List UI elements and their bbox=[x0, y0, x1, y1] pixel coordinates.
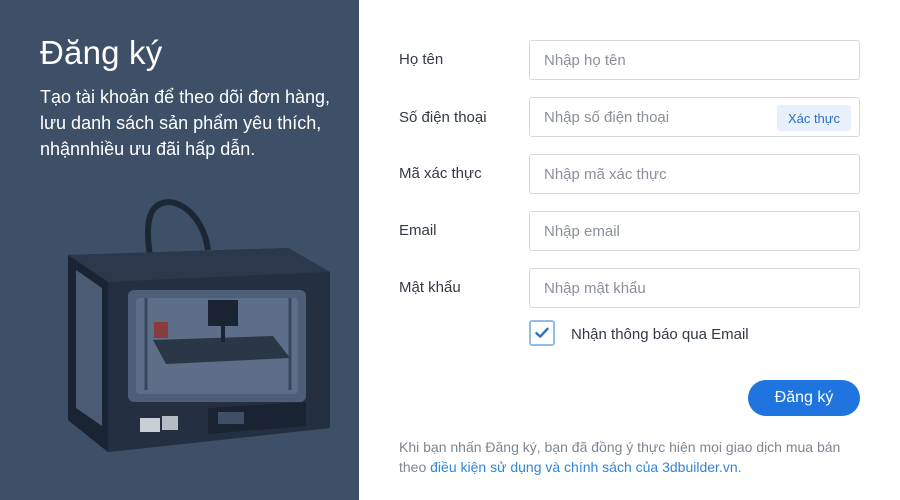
password-label: Mật khẩu bbox=[399, 279, 461, 296]
code-input[interactable] bbox=[544, 155, 845, 193]
promo-panel: Đăng ký Tạo tài khoản để theo dõi đơn hà… bbox=[0, 0, 359, 500]
email-label: Email bbox=[399, 222, 437, 239]
checkmark-icon bbox=[535, 327, 549, 338]
password-field[interactable] bbox=[529, 268, 860, 308]
page-title: Đăng ký bbox=[40, 34, 163, 71]
verify-button[interactable]: Xác thực bbox=[776, 105, 851, 131]
name-field[interactable] bbox=[529, 40, 860, 80]
password-input[interactable] bbox=[544, 269, 845, 307]
email-field[interactable] bbox=[529, 211, 860, 251]
signup-form: Họ tên Số điện thoại Xác thực Mã xác thự… bbox=[359, 0, 900, 500]
signup-button[interactable]: Đăng ký bbox=[748, 380, 860, 416]
terms-suffix: . bbox=[737, 459, 742, 475]
phone-field[interactable]: Xác thực bbox=[529, 97, 860, 137]
code-label: Mã xác thực bbox=[399, 165, 482, 182]
email-input[interactable] bbox=[544, 212, 845, 250]
terms-text: Khi bạn nhấn Đăng ký, bạn đã đồng ý thực… bbox=[399, 437, 869, 477]
code-field[interactable] bbox=[529, 154, 860, 194]
newsletter-label: Nhận thông báo qua Email bbox=[571, 326, 749, 343]
name-input[interactable] bbox=[544, 41, 845, 79]
name-label: Họ tên bbox=[399, 51, 444, 68]
newsletter-checkbox[interactable] bbox=[529, 320, 555, 346]
3d-printer-image bbox=[68, 199, 330, 452]
phone-label: Số điện thoại bbox=[399, 109, 487, 126]
terms-link[interactable]: điều kiện sử dụng và chính sách của 3dbu… bbox=[430, 459, 737, 475]
promo-text: Tạo tài khoản để theo dõi đơn hàng, lưu … bbox=[40, 87, 331, 159]
